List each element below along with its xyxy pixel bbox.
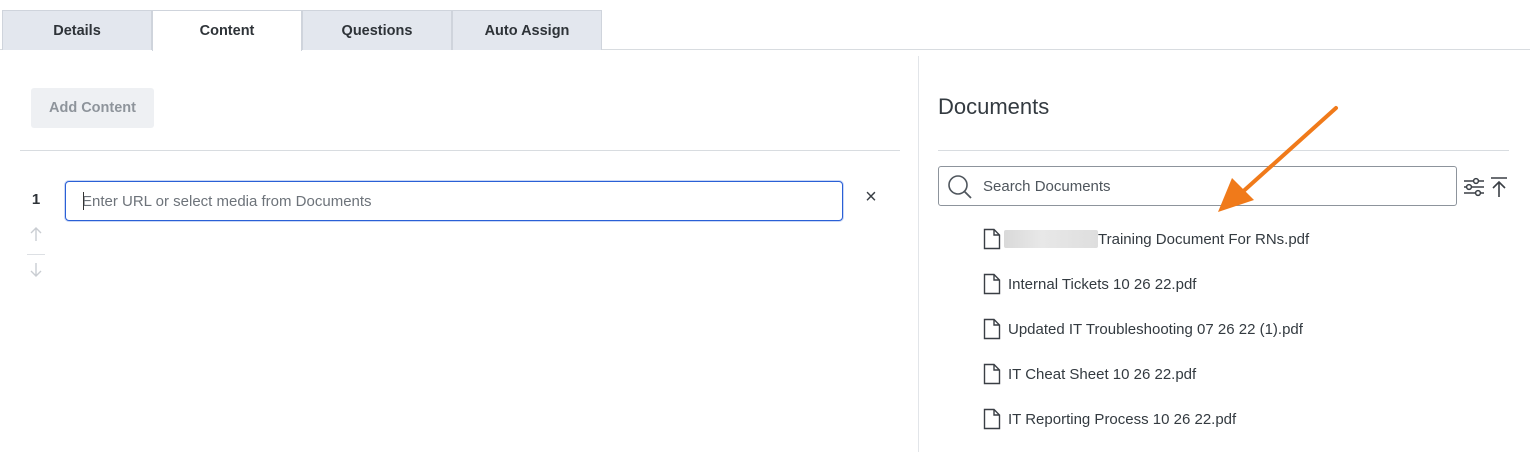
file-icon <box>983 408 1001 430</box>
remove-row-button[interactable]: × <box>860 186 882 208</box>
document-item[interactable]: IT Cheat Sheet 10 26 22.pdf <box>983 362 1196 386</box>
file-icon <box>983 273 1001 295</box>
content-divider <box>20 150 900 151</box>
close-icon: × <box>865 185 877 208</box>
text-caret <box>83 192 84 210</box>
move-down-button[interactable] <box>27 260 45 280</box>
documents-title: Documents <box>938 94 1050 119</box>
page: Details Content Questions Auto Assign Ad… <box>0 0 1530 452</box>
arrow-down-icon <box>30 263 42 277</box>
document-item[interactable]: IT Reporting Process 10 26 22.pdf <box>983 407 1236 431</box>
file-icon <box>983 228 1001 250</box>
document-name: IT Reporting Process 10 26 22.pdf <box>1008 410 1237 428</box>
documents-search-box <box>938 166 1457 206</box>
documents-divider <box>938 150 1509 151</box>
document-item[interactable]: Training Document For RNs.pdf <box>983 227 1309 251</box>
move-up-button[interactable] <box>27 224 45 244</box>
panel-splitter <box>918 56 919 452</box>
collapse-to-top-icon[interactable] <box>1488 176 1510 198</box>
document-name: Internal Tickets 10 26 22.pdf <box>1008 275 1197 293</box>
document-name: Training Document For RNs.pdf <box>1098 230 1310 248</box>
document-item[interactable]: Internal Tickets 10 26 22.pdf <box>983 272 1196 296</box>
filter-sliders-icon[interactable] <box>1463 176 1485 198</box>
annotation-arrow <box>1218 106 1338 212</box>
url-input[interactable] <box>65 181 843 221</box>
search-icon <box>948 175 972 199</box>
file-icon <box>983 318 1001 340</box>
document-item[interactable]: Updated IT Troubleshooting 07 26 22 (1).… <box>983 317 1303 341</box>
file-icon <box>983 363 1001 385</box>
document-name: IT Cheat Sheet 10 26 22.pdf <box>1008 365 1197 383</box>
tab-questions[interactable]: Questions <box>302 10 452 50</box>
tab-details[interactable]: Details <box>2 10 152 50</box>
documents-search-input[interactable] <box>981 167 1451 205</box>
arrow-divider <box>27 254 45 255</box>
tab-bar: Details Content Questions Auto Assign <box>0 0 1530 51</box>
content-row-number: 1 <box>31 191 41 208</box>
tab-auto-assign[interactable]: Auto Assign <box>452 10 602 50</box>
add-content-button[interactable]: Add Content <box>31 88 154 128</box>
arrow-up-icon <box>30 227 42 241</box>
redacted-text <box>1004 230 1098 248</box>
tab-content[interactable]: Content <box>152 10 302 51</box>
document-name: Updated IT Troubleshooting 07 26 22 (1).… <box>1008 320 1303 338</box>
